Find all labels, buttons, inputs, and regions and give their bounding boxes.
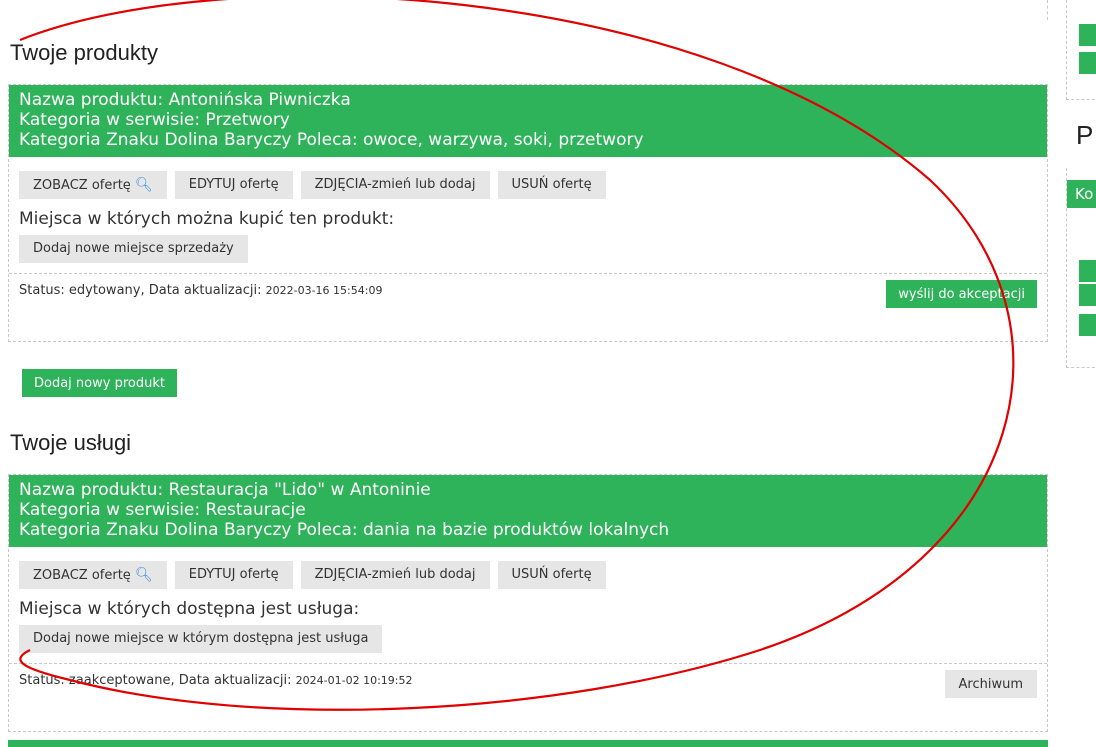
sidebar-top-box	[1066, 0, 1096, 100]
places-title: Miejsca w których można kupić ten produk…	[19, 209, 395, 229]
view-offer-label: ZOBACZ ofertę	[33, 178, 131, 193]
sidebar-button[interactable]	[1079, 260, 1096, 282]
view-offer-label: ZOBACZ ofertę	[33, 568, 131, 583]
add-product-button[interactable]: Dodaj nowy produkt	[22, 369, 177, 397]
sidebar-title: P	[1076, 120, 1094, 150]
magnifier-icon: 🔍︎	[134, 567, 153, 583]
photos-button[interactable]: ZDJĘCIA-zmień lub dodaj	[300, 171, 490, 199]
main-content: Twoje produkty Nazwa produktu: Antonińsk…	[8, 0, 1048, 747]
status-row: Status: zaakceptowane, Data aktualizacji…	[9, 663, 1047, 704]
status-text: Status: edytowany, Data aktualizacji: 20…	[19, 283, 382, 298]
status-timestamp: 2022-03-16 15:54:09	[265, 284, 383, 297]
status-row: Status: edytowany, Data aktualizacji: 20…	[9, 273, 1047, 314]
service-brand-category: Kategoria Znaku Dolina Baryczy Poleca: d…	[19, 520, 670, 540]
product-brand-category: Kategoria Znaku Dolina Baryczy Poleca: o…	[19, 130, 644, 150]
status-label: Status: zaakceptowane, Data aktualizacji…	[19, 673, 292, 688]
products-section-title: Twoje produkty	[10, 40, 158, 65]
status-timestamp: 2024-01-02 10:19:52	[295, 674, 413, 687]
places-title: Miejsca w których dostępna jest usługa:	[19, 599, 360, 619]
next-card-header	[8, 740, 1048, 747]
sidebar-button[interactable]	[1079, 52, 1096, 74]
service-name: Nazwa produktu: Restauracja "Lido" w Ant…	[19, 480, 431, 500]
sidebar-box-header: Ko	[1067, 180, 1096, 208]
sidebar-box: Ko	[1066, 168, 1096, 368]
status-text: Status: zaakceptowane, Data aktualizacji…	[19, 673, 412, 688]
send-for-acceptance-button[interactable]: wyślij do akceptacji	[886, 280, 1037, 308]
magnifier-icon: 🔍︎	[134, 177, 153, 193]
top-divider	[8, 0, 1048, 20]
product-site-category: Kategoria w serwisie: Przetwory	[19, 110, 290, 130]
sidebar-button[interactable]	[1079, 284, 1096, 306]
services-section-title: Twoje usługi	[10, 430, 132, 455]
sidebar-button[interactable]	[1079, 24, 1096, 46]
delete-offer-button[interactable]: USUŃ ofertę	[497, 171, 606, 199]
edit-offer-button[interactable]: EDYTUJ ofertę	[174, 561, 293, 589]
view-offer-button[interactable]: ZOBACZ ofertę 🔍︎	[19, 171, 167, 199]
edit-offer-button[interactable]: EDYTUJ ofertę	[174, 171, 293, 199]
service-card: Nazwa produktu: Restauracja "Lido" w Ant…	[8, 474, 1048, 732]
product-card: Nazwa produktu: Antonińska Piwniczka Kat…	[8, 84, 1048, 342]
status-label: Status: edytowany, Data aktualizacji:	[19, 283, 262, 298]
product-card-header: Nazwa produktu: Antonińska Piwniczka Kat…	[9, 85, 1047, 157]
add-sale-place-button[interactable]: Dodaj nowe miejsce sprzedaży	[19, 235, 248, 263]
photos-button[interactable]: ZDJĘCIA-zmień lub dodaj	[300, 561, 490, 589]
view-offer-button[interactable]: ZOBACZ ofertę 🔍︎	[19, 561, 167, 589]
delete-offer-button[interactable]: USUŃ ofertę	[497, 561, 606, 589]
add-service-place-button[interactable]: Dodaj nowe miejsce w którym dostępna jes…	[19, 625, 383, 653]
archive-button[interactable]: Archiwum	[944, 670, 1037, 698]
service-card-header: Nazwa produktu: Restauracja "Lido" w Ant…	[9, 475, 1047, 547]
sidebar-button[interactable]	[1079, 314, 1096, 336]
service-site-category: Kategoria w serwisie: Restauracje	[19, 500, 306, 520]
sidebar: P Ko	[1066, 0, 1096, 747]
product-name: Nazwa produktu: Antonińska Piwniczka	[19, 90, 351, 110]
